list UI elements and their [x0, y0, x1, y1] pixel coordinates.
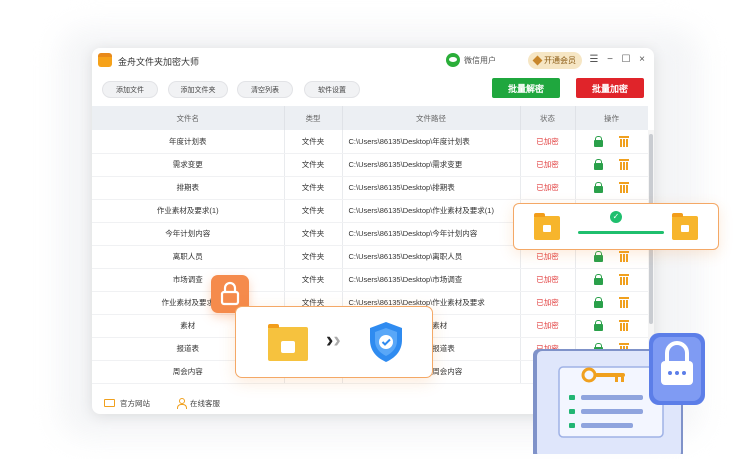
column-header-path[interactable]: 文件路径: [342, 106, 521, 130]
file-type: 文件夹: [284, 153, 343, 177]
trash-icon[interactable]: [619, 274, 629, 285]
maximize-icon[interactable]: ☐: [620, 54, 632, 66]
unlock-icon[interactable]: [594, 135, 603, 147]
wechat-icon: [446, 53, 460, 67]
encryption-progress-card: ✓: [513, 203, 719, 250]
close-icon[interactable]: ×: [636, 54, 648, 66]
status-label: 已加密: [520, 130, 576, 154]
locked-folder-icon-target: [672, 213, 698, 240]
batch-encrypt-button[interactable]: 批量加密: [576, 78, 644, 98]
website-link[interactable]: 官方网站: [104, 398, 150, 409]
monitor-icon: [104, 399, 115, 407]
file-name: 年度计划表: [92, 130, 285, 154]
trash-icon[interactable]: [619, 182, 629, 193]
progress-bar: [578, 231, 664, 234]
batch-decrypt-button[interactable]: 批量解密: [492, 78, 560, 98]
file-name: 作业素材及要求(1): [92, 199, 285, 223]
locked-folder-icon: [534, 213, 560, 240]
trash-icon[interactable]: [619, 320, 629, 331]
status-label: 已加密: [520, 176, 576, 200]
file-type: 文件夹: [284, 245, 343, 269]
row-actions: [575, 176, 648, 200]
vip-button[interactable]: 开通会员: [528, 52, 582, 69]
menu-icon[interactable]: ☰: [588, 54, 600, 66]
encrypt-feature-card: ››: [235, 306, 433, 378]
add-folder-button[interactable]: 添加文件夹: [168, 81, 228, 98]
user-label: 微信用户: [464, 55, 496, 65]
folder-icon: [268, 324, 308, 361]
file-path: C:\Users\86135\Desktop\市场调查: [342, 268, 521, 292]
arrow-icon: ››: [326, 327, 341, 352]
table-row[interactable]: 需求变更 文件夹 C:\Users\86135\Desktop\需求变更 已加密: [92, 153, 648, 177]
title-bar: 金舟文件夹加密大师 微信用户 开通会员 ☰ − ☐ ×: [92, 48, 654, 74]
check-icon: ✓: [610, 211, 622, 223]
column-header-name[interactable]: 文件名: [92, 106, 285, 130]
clear-list-button[interactable]: 清空列表: [237, 81, 293, 98]
add-file-button[interactable]: 添加文件: [102, 81, 158, 98]
app-title: 金舟文件夹加密大师: [118, 57, 200, 67]
file-type: 文件夹: [284, 130, 343, 154]
row-actions: [575, 291, 648, 315]
file-type: 文件夹: [284, 176, 343, 200]
key-document-illustration: [531, 331, 711, 459]
file-type: 文件夹: [284, 199, 343, 223]
column-header-status[interactable]: 状态: [520, 106, 576, 130]
unlock-icon[interactable]: [594, 274, 603, 285]
app-logo-icon: [98, 53, 112, 67]
trash-icon[interactable]: [619, 135, 629, 147]
website-label: 官方网站: [120, 398, 150, 408]
trash-icon[interactable]: [619, 251, 629, 262]
file-name: 排期表: [92, 176, 285, 200]
file-type: 文件夹: [284, 222, 343, 246]
user-account[interactable]: 微信用户: [446, 53, 496, 67]
vip-label: 开通会员: [544, 56, 576, 65]
trash-icon[interactable]: [619, 159, 629, 170]
file-name: 市场调查: [92, 268, 285, 292]
file-path: C:\Users\86135\Desktop\作业素材及要求(1): [342, 199, 521, 223]
table-row[interactable]: 年度计划表 文件夹 C:\Users\86135\Desktop\年度计划表 已加密: [92, 130, 648, 154]
file-path: C:\Users\86135\Desktop\需求变更: [342, 153, 521, 177]
status-label: 已加密: [520, 153, 576, 177]
file-path: C:\Users\86135\Desktop\年度计划表: [342, 130, 521, 154]
unlock-icon[interactable]: [594, 297, 603, 308]
column-header-type[interactable]: 类型: [284, 106, 343, 130]
file-path: C:\Users\86135\Desktop\离职人员: [342, 245, 521, 269]
table-row[interactable]: 市场调查 文件夹 C:\Users\86135\Desktop\市场调查 已加密: [92, 268, 648, 292]
column-header-actions: 操作: [575, 106, 648, 130]
trash-icon[interactable]: [619, 297, 629, 308]
file-path: C:\Users\86135\Desktop\今年计划内容: [342, 222, 521, 246]
status-label: 已加密: [520, 268, 576, 292]
status-label: 已加密: [520, 291, 576, 315]
unlock-icon[interactable]: [594, 251, 603, 262]
support-link[interactable]: 在线客服: [176, 398, 220, 409]
row-actions: [575, 153, 648, 177]
toolbar: 添加文件 添加文件夹 清空列表 软件设置 批量解密 批量加密: [92, 78, 654, 102]
row-actions: [575, 130, 648, 154]
unlock-icon[interactable]: [594, 320, 603, 331]
file-name: 离职人员: [92, 245, 285, 269]
table-header-row: 文件名 类型 文件路径 状态 操作: [92, 106, 648, 130]
unlock-icon[interactable]: [594, 159, 603, 170]
diamond-icon: [532, 55, 543, 66]
settings-button[interactable]: 软件设置: [304, 81, 360, 98]
minimize-icon[interactable]: −: [604, 54, 616, 66]
table-row[interactable]: 排期表 文件夹 C:\Users\86135\Desktop\排期表 已加密: [92, 176, 648, 200]
support-label: 在线客服: [190, 398, 220, 408]
file-type: 文件夹: [284, 268, 343, 292]
shield-check-icon: [366, 320, 406, 364]
file-name: 需求变更: [92, 153, 285, 177]
file-path: C:\Users\86135\Desktop\排期表: [342, 176, 521, 200]
row-actions: [575, 268, 648, 292]
customer-service-icon: [176, 398, 187, 409]
file-name: 今年计划内容: [92, 222, 285, 246]
unlock-icon[interactable]: [594, 182, 603, 193]
